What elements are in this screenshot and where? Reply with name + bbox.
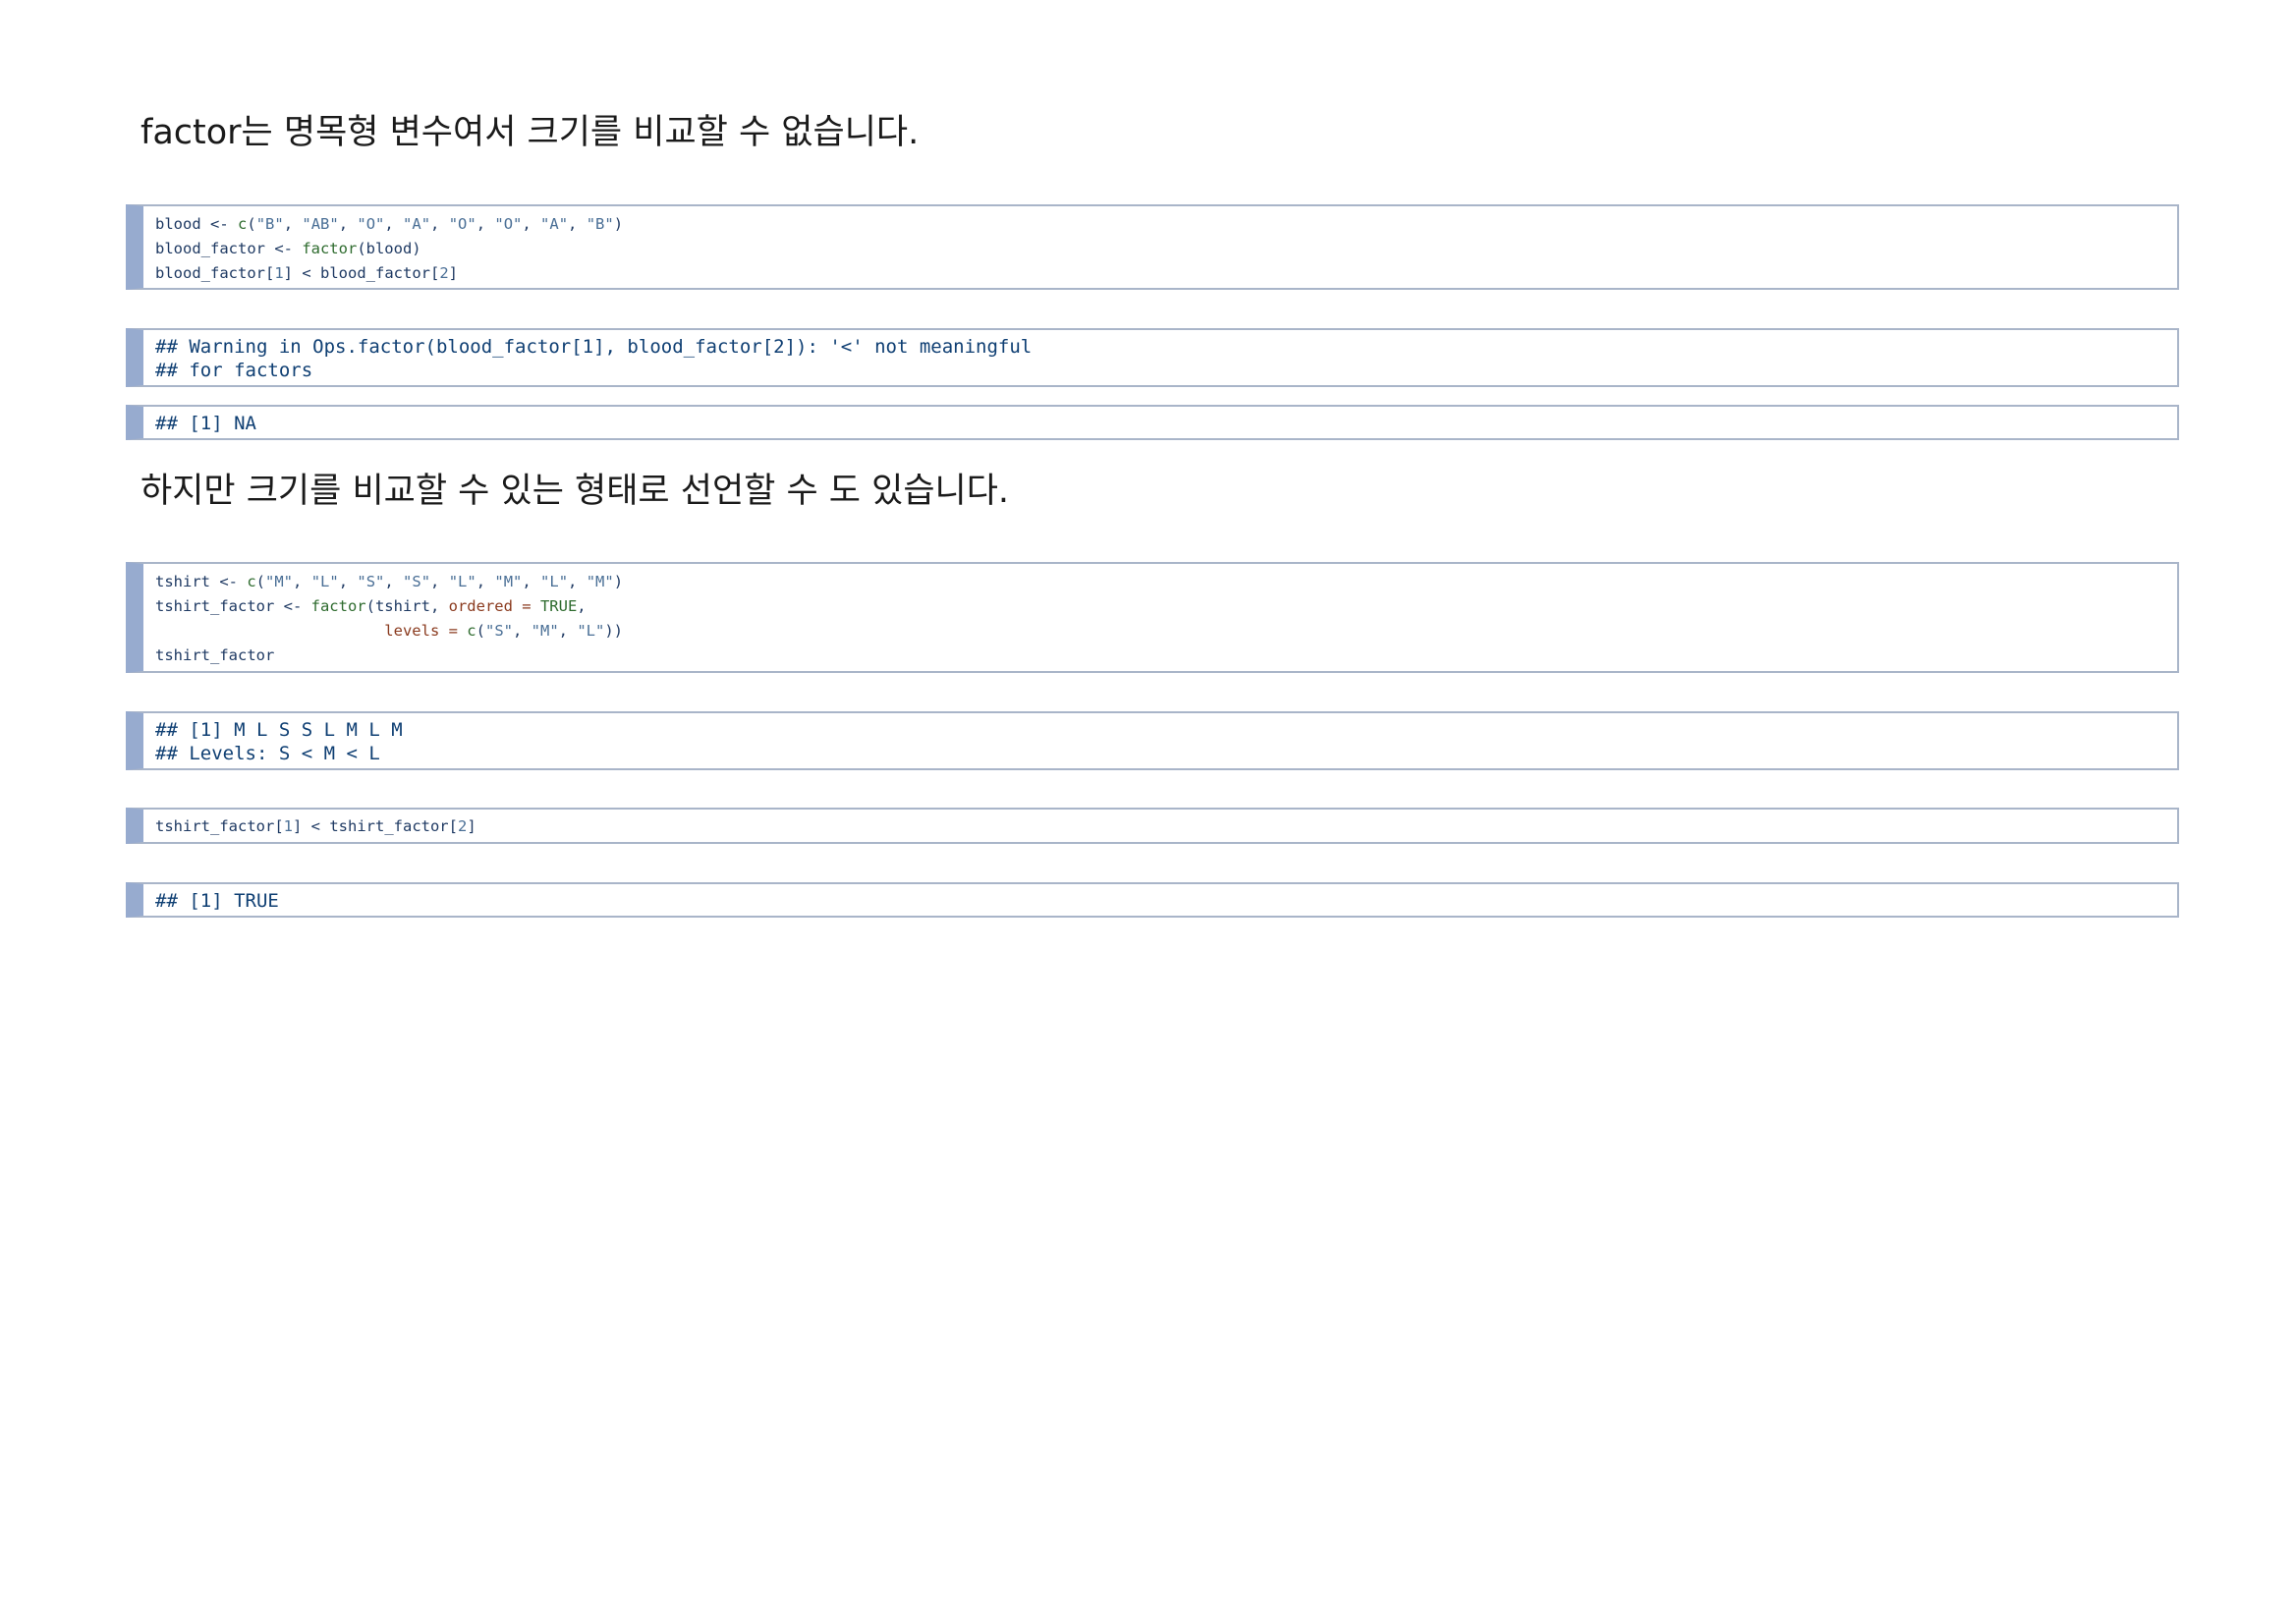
document-page: factor는 명목형 변수여서 크기를 비교할 수 없습니다. blood <… <box>0 0 2296 1624</box>
output-line: ## [1] M L S S L M L M <box>155 719 403 741</box>
output-line: ## Warning in Ops.factor(blood_factor[1]… <box>155 336 1033 358</box>
output-block-levels: ## [1] M L S S L M L M ## Levels: S < M … <box>126 711 2179 770</box>
code-line: tshirt_factor[1] < tshirt_factor[2] <box>155 817 476 835</box>
output-line: ## [1] TRUE <box>155 890 279 912</box>
code-line: blood_factor <- factor(blood) <box>155 240 421 257</box>
code-line: levels = c("S", "M", "L")) <box>384 622 623 640</box>
code-line: blood <- c("B", "AB", "O", "A", "O", "O"… <box>155 215 624 233</box>
output-line: ## [1] NA <box>155 413 256 434</box>
code-line: tshirt_factor <- factor(tshirt, ordered … <box>155 597 587 615</box>
output-line: ## for factors <box>155 360 313 381</box>
code-line: blood_factor[1] < blood_factor[2] <box>155 264 458 282</box>
code-block-compare: tshirt_factor[1] < tshirt_factor[2] <box>126 808 2179 844</box>
output-block-na: ## [1] NA <box>126 405 2179 440</box>
code-line: tshirt <- c("M", "L", "S", "S", "L", "M"… <box>155 573 624 590</box>
paragraph-factor-nominal: factor는 명목형 변수여서 크기를 비교할 수 없습니다. <box>140 113 920 152</box>
output-block-true: ## [1] TRUE <box>126 882 2179 918</box>
code-line: tshirt_factor <box>155 646 275 664</box>
output-line: ## Levels: S < M < L <box>155 743 380 764</box>
output-block-warning: ## Warning in Ops.factor(blood_factor[1]… <box>126 328 2179 387</box>
code-block-blood: blood <- c("B", "AB", "O", "A", "O", "O"… <box>126 204 2179 290</box>
code-block-tshirt: tshirt <- c("M", "L", "S", "S", "L", "M"… <box>126 562 2179 673</box>
paragraph-ordered-factor: 하지만 크기를 비교할 수 있는 형태로 선언할 수 도 있습니다. <box>140 472 1010 511</box>
